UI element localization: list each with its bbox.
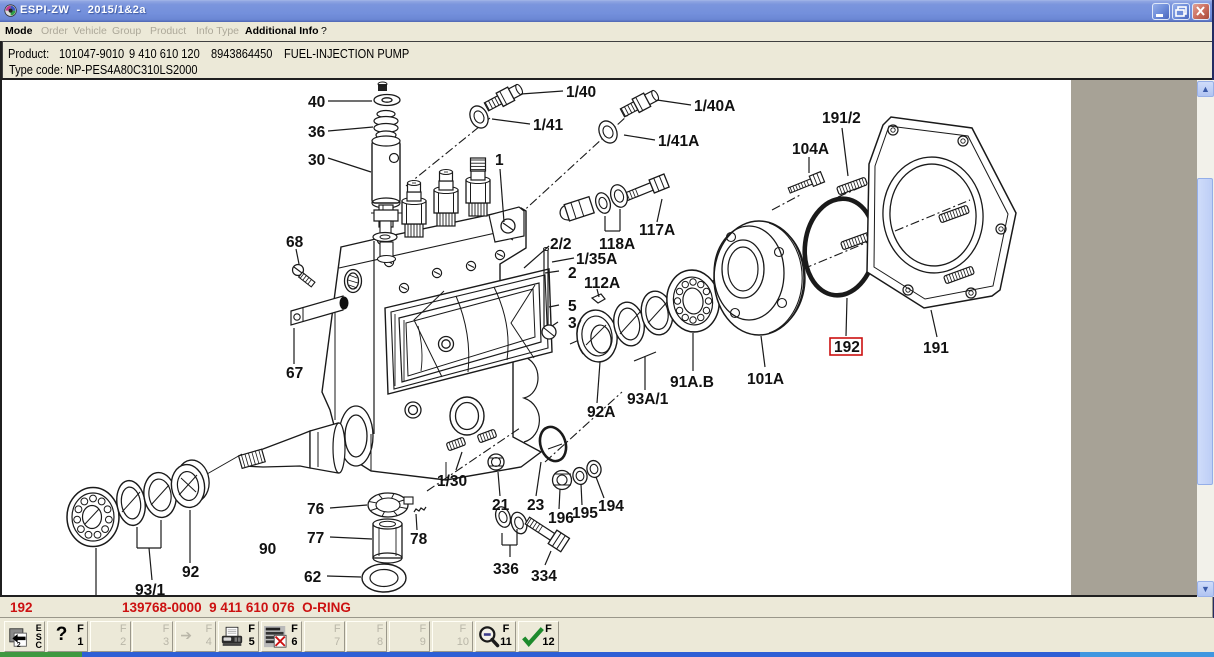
svg-text:191/2: 191/2 [822, 110, 861, 127]
svg-text:1/30: 1/30 [437, 473, 467, 490]
svg-text:1/40: 1/40 [566, 84, 596, 101]
svg-text:1/40A: 1/40A [694, 98, 735, 115]
svg-text:101A: 101A [747, 371, 784, 388]
svg-text:5: 5 [568, 298, 577, 315]
svg-text:77: 77 [307, 530, 324, 547]
svg-text:76: 76 [307, 501, 325, 518]
svg-text:21: 21 [492, 497, 510, 514]
svg-text:92A: 92A [587, 404, 615, 421]
svg-text:40: 40 [308, 94, 325, 111]
svg-text:196: 196 [548, 510, 574, 527]
svg-text:191: 191 [923, 340, 949, 357]
svg-text:336: 336 [493, 561, 519, 578]
svg-text:23: 23 [527, 497, 545, 514]
svg-text:1/41: 1/41 [533, 117, 564, 134]
svg-text:91A.B: 91A.B [670, 374, 714, 391]
svg-text:1: 1 [495, 152, 504, 169]
svg-text:93A/1: 93A/1 [627, 391, 669, 408]
svg-text:112A: 112A [584, 275, 620, 292]
svg-text:195: 195 [572, 505, 598, 522]
svg-text:93/1: 93/1 [135, 582, 166, 595]
svg-text:30: 30 [308, 152, 325, 169]
svg-text:36: 36 [308, 124, 326, 141]
svg-text:192: 192 [834, 339, 860, 356]
svg-text:1/35A: 1/35A [576, 251, 617, 268]
svg-text:104A: 104A [792, 141, 829, 158]
svg-text:117A: 117A [639, 222, 675, 239]
svg-text:92: 92 [182, 564, 199, 581]
svg-text:334: 334 [531, 568, 557, 585]
svg-text:1/41A: 1/41A [658, 133, 699, 150]
svg-text:62: 62 [304, 569, 321, 586]
svg-text:2: 2 [17, 642, 21, 648]
svg-text:194: 194 [598, 498, 624, 515]
svg-text:3: 3 [568, 315, 577, 332]
svg-text:2: 2 [568, 265, 577, 282]
svg-text:67: 67 [286, 365, 303, 382]
svg-text:68: 68 [286, 234, 304, 251]
svg-text:90: 90 [259, 541, 276, 558]
svg-text:2/2: 2/2 [550, 236, 572, 253]
svg-text:78: 78 [410, 531, 428, 548]
